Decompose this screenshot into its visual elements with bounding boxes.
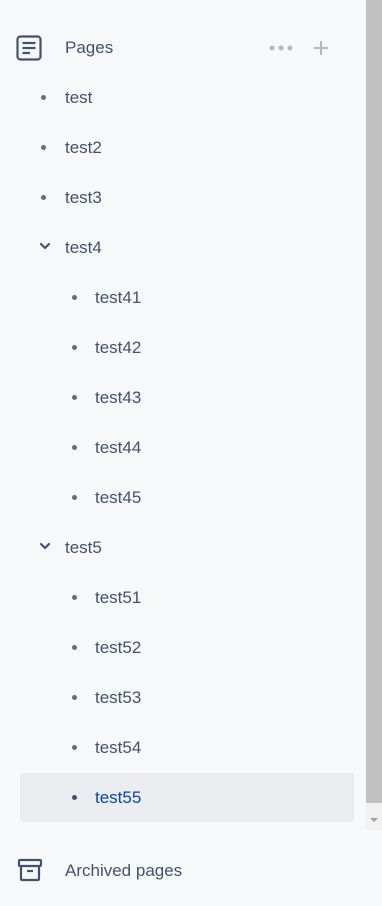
tree-item-test54[interactable]: test54: [0, 723, 366, 773]
tree-item-label: test45: [95, 488, 142, 507]
archived-pages-link[interactable]: Archived pages: [0, 845, 366, 895]
tree-item-test45[interactable]: test45: [0, 473, 366, 523]
tree-item-label: test44: [95, 438, 142, 457]
tree-item-test52[interactable]: test52: [0, 623, 366, 673]
bullet-icon: [72, 395, 77, 400]
bullet-icon: [72, 595, 77, 600]
pages-title: Pages: [65, 38, 114, 57]
tree-item-test43[interactable]: test43: [0, 373, 366, 423]
tree-item-test2[interactable]: test2: [0, 123, 366, 173]
bullet-icon: [41, 195, 46, 200]
tree-item-label: test51: [95, 588, 142, 607]
more-icon[interactable]: [268, 40, 294, 56]
tree-item-label: test2: [65, 138, 102, 157]
tree-item-test5[interactable]: test5: [0, 523, 366, 573]
bullet-icon: [41, 95, 46, 100]
tree-item-test[interactable]: test: [0, 73, 366, 123]
tree-item-label: test4: [65, 238, 102, 257]
tree-item-test41[interactable]: test41: [0, 273, 366, 323]
tree-item-test3[interactable]: test3: [0, 173, 366, 223]
tree-item-label: test41: [95, 288, 142, 307]
chevron-down-icon[interactable]: [39, 540, 51, 552]
bullet-icon: [72, 295, 77, 300]
bullet-icon: [72, 745, 77, 750]
scroll-down-arrow-icon[interactable]: [370, 816, 378, 824]
chevron-down-icon[interactable]: [39, 240, 51, 252]
tree-item-test53[interactable]: test53: [0, 673, 366, 723]
tree-item-test44[interactable]: test44: [0, 423, 366, 473]
pages-header[interactable]: Pages: [0, 28, 366, 68]
tree-item-label: test3: [65, 188, 102, 207]
tree-item-label: test54: [95, 738, 142, 757]
bullet-icon: [72, 795, 77, 800]
tree-item-label: test42: [95, 338, 142, 357]
archived-pages-label: Archived pages: [65, 861, 183, 880]
bullet-icon: [41, 145, 46, 150]
bullet-icon: [72, 695, 77, 700]
bullet-icon: [72, 445, 77, 450]
bullet-icon: [72, 495, 77, 500]
tree-item-label: test52: [95, 638, 142, 657]
tree-item-test55[interactable]: test55: [0, 773, 366, 823]
bullet-icon: [72, 345, 77, 350]
document-icon: [16, 35, 42, 61]
tree-item-label: test43: [95, 388, 142, 407]
archive-icon: [17, 858, 43, 882]
plus-icon[interactable]: [312, 39, 330, 57]
tree-item-label: test55: [95, 788, 142, 807]
vertical-scrollbar[interactable]: [366, 0, 382, 830]
tree-item-test4[interactable]: test4: [0, 223, 366, 273]
tree-item-test42[interactable]: test42: [0, 323, 366, 373]
pages-sidebar: Pages test test2 test3 test4 test41 test…: [0, 0, 382, 906]
page-tree: test test2 test3 test4 test41 test42 tes…: [0, 73, 366, 823]
tree-item-label: test5: [65, 538, 102, 557]
scrollbar-thumb[interactable]: [366, 0, 382, 803]
tree-item-label: test53: [95, 688, 142, 707]
bullet-icon: [72, 645, 77, 650]
tree-item-label: test: [65, 88, 93, 107]
tree-item-test51[interactable]: test51: [0, 573, 366, 623]
